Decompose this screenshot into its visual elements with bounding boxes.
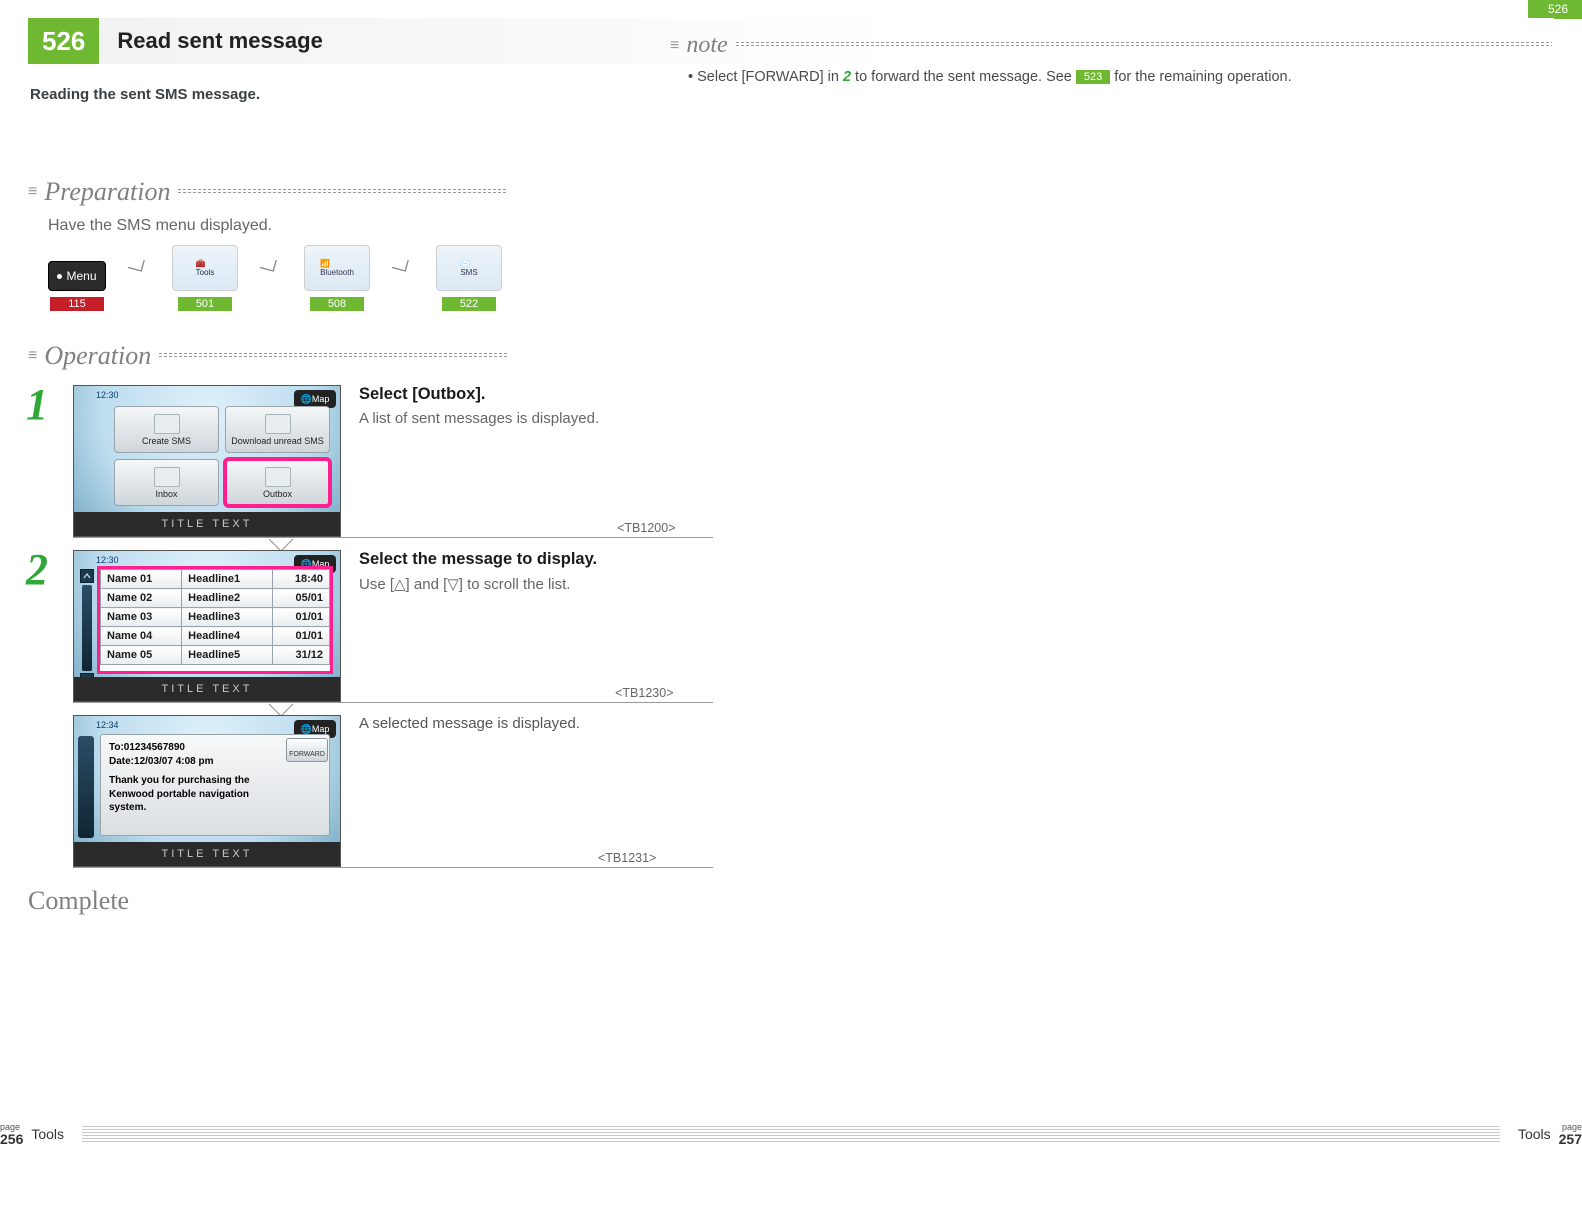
step1-screenshot: 12:30 🌐Map Create SMS Download unread SM… xyxy=(73,385,341,537)
step2-screenshot: 12:30 🌐Map Name 01Headline118:40 Name 02… xyxy=(73,550,341,702)
step2b-screenshot: 12:34 🌐Map To:01234567890 Date:12/03/07 … xyxy=(73,715,341,867)
tile-inbox: Inbox xyxy=(114,459,219,506)
screen-time: 12:34 xyxy=(96,720,119,730)
list-row: Name 01Headline118:40 xyxy=(101,570,330,589)
prep-heading: Preparation xyxy=(44,177,170,207)
list-row: Name 02Headline205/01 xyxy=(101,589,330,608)
left-page-number: page256 xyxy=(0,1123,23,1146)
nav-ref-501[interactable]: 501 xyxy=(178,297,232,311)
tile-download-unread: Download unread SMS xyxy=(225,406,330,453)
scrollbar xyxy=(80,569,94,687)
prep-instruction: Have the SMS menu displayed. xyxy=(48,217,1554,235)
scroll-up-icon xyxy=(80,569,94,583)
tools-thumb: 🧰Tools xyxy=(172,245,238,291)
note-text-3: for the remaining operation. xyxy=(1110,69,1291,85)
prep-rule-icon xyxy=(178,192,508,193)
note-text-1: Select [FORWARD] in xyxy=(697,69,843,85)
nav-flow: Menu 115 🧰Tools 501 📶Bluetooth 508 ✉️SMS… xyxy=(48,245,1554,311)
note-text-2: to forward the sent message. See xyxy=(851,69,1076,85)
screen-time: 12:30 xyxy=(96,555,119,565)
right-page-number: page257 xyxy=(1559,1123,1582,1146)
bluetooth-thumb: 📶Bluetooth xyxy=(304,245,370,291)
step-2: 2 12:30 🌐Map Name 01Headline118:40 xyxy=(28,550,1554,703)
flow-arrow-icon xyxy=(392,260,414,279)
nav-item-sms: ✉️SMS 522 xyxy=(436,245,502,311)
page-number-badge: 526 xyxy=(28,18,99,64)
step1-sub: A list of sent messages is displayed. xyxy=(359,410,599,427)
nav-ref-115[interactable]: 115 xyxy=(50,297,104,311)
forward-button: FORWARD xyxy=(286,738,328,762)
tile-create-sms: Create SMS xyxy=(114,406,219,453)
preparation-section: ≡ Preparation Have the SMS menu displaye… xyxy=(28,177,1554,311)
footer-rule-icon xyxy=(82,1126,1500,1142)
nav-item-bluetooth: 📶Bluetooth 508 xyxy=(304,245,370,311)
flow-arrow-icon xyxy=(260,260,282,279)
complete-label: Complete xyxy=(28,886,1554,916)
screen-time: 12:30 xyxy=(96,390,119,400)
note-marker-icon: ≡ xyxy=(670,37,678,55)
page-subtitle: Reading the sent SMS message. xyxy=(30,86,1554,103)
note-page-ref[interactable]: 523 xyxy=(1076,70,1110,84)
step2-sub: Use [△] and [▽] to scroll the list. xyxy=(359,575,597,593)
flow-arrow-icon xyxy=(128,260,150,279)
screen-titlebar: TITLE TEXT xyxy=(74,842,340,866)
step2b-tbref: <TB1231> xyxy=(598,851,656,865)
menu-button-thumb: Menu xyxy=(48,261,106,291)
tile-outbox: Outbox xyxy=(225,459,330,506)
nav-ref-508[interactable]: 508 xyxy=(310,297,364,311)
note-section: ≡ note • Select [FORWARD] in 2 to forwar… xyxy=(670,32,1552,85)
message-list: Name 01Headline118:40 Name 02Headline205… xyxy=(100,569,330,671)
step-2-result: 12:34 🌐Map To:01234567890 Date:12/03/07 … xyxy=(28,715,1554,868)
side-scroll xyxy=(78,736,94,838)
list-row: Name 05Headline531/12 xyxy=(101,646,330,665)
note-step-ref: 2 xyxy=(843,69,851,85)
step2-tbref: <TB1230> xyxy=(615,686,673,700)
prep-marker-icon: ≡ xyxy=(28,183,36,201)
screen-titlebar: TITLE TEXT xyxy=(74,677,340,701)
message-text: Thank you for purchasing the Kenwood por… xyxy=(109,774,259,815)
step-number: 2 xyxy=(26,544,48,595)
footer-section-right: Tools xyxy=(1518,1126,1551,1142)
step2b-lead: A selected message is displayed. xyxy=(359,715,580,732)
op-rule-icon xyxy=(159,356,509,357)
step-1: 1 12:30 🌐Map Create SMS Download unread … xyxy=(28,385,1554,538)
sms-thumb: ✉️SMS xyxy=(436,245,502,291)
nav-item-tools: 🧰Tools 501 xyxy=(172,245,238,311)
step2-lead: Select the message to display. xyxy=(359,550,597,569)
footer-section-left: Tools xyxy=(31,1126,64,1142)
step1-tbref: <TB1200> xyxy=(617,521,675,535)
op-marker-icon: ≡ xyxy=(28,347,36,365)
list-row: Name 04Headline401/01 xyxy=(101,627,330,646)
nav-ref-522[interactable]: 522 xyxy=(442,297,496,311)
note-heading: note xyxy=(686,32,727,59)
list-row: Name 03Headline301/01 xyxy=(101,608,330,627)
page-footer: page256 Tools Tools page257 xyxy=(0,1113,1582,1155)
op-heading: Operation xyxy=(44,341,151,371)
screen-titlebar: TITLE TEXT xyxy=(74,512,340,536)
nav-item-menu: Menu 115 xyxy=(48,261,106,311)
operation-section: ≡ Operation 1 12:30 🌐Map Create SMS Down… xyxy=(28,341,1554,868)
note-rule-icon xyxy=(736,45,1552,46)
note-body: • Select [FORWARD] in 2 to forward the s… xyxy=(670,69,1552,85)
step1-lead: Select [Outbox]. xyxy=(359,385,599,404)
step-number: 1 xyxy=(26,379,48,430)
